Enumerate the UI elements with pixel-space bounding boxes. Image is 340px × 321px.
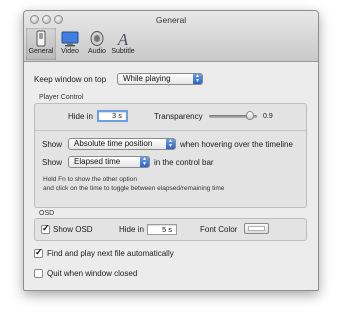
quit-on-close-checkbox[interactable]: [34, 269, 43, 278]
tab-subtitle[interactable]: A Subtitle: [108, 28, 138, 60]
tab-video[interactable]: Video: [55, 28, 85, 60]
select-arrows-icon: ▲ ▼: [140, 157, 149, 167]
font-color-well[interactable]: [244, 223, 269, 234]
osd-hide-in-field[interactable]: 5 s: [147, 224, 177, 235]
title-bar: General General Video Audio A Subtitle: [24, 11, 318, 62]
keep-on-top-value: While playing: [123, 74, 171, 83]
find-next-label: Find and play next file automatically: [47, 249, 174, 258]
speaker-icon: [90, 31, 104, 46]
tab-label: General: [28, 48, 54, 55]
font-color-swatch: [248, 226, 265, 231]
slider-knob[interactable]: [246, 111, 254, 120]
control-bar-time-value: Elapsed time: [74, 157, 121, 166]
keep-on-top-label: Keep window on top: [34, 75, 107, 84]
player-control-label: Player Control: [39, 94, 84, 101]
font-color-label: Font Color: [200, 225, 238, 234]
osd-hide-in-label: Hide in: [119, 225, 144, 234]
tab-label: Subtitle: [111, 48, 135, 55]
preferences-window: General General Video Audio A Subtitle K…: [23, 10, 319, 291]
show-label-1: Show: [42, 140, 63, 149]
player-control-group: Hide in 3 s Transparency 0.9 Show Absolu…: [34, 103, 307, 208]
control-bar-suffix-label: in the control bar: [154, 158, 214, 167]
divider: [35, 130, 306, 131]
tab-general[interactable]: General: [26, 28, 56, 60]
monitor-icon: [61, 31, 79, 47]
hover-time-value: Absolute time position: [74, 139, 153, 148]
find-next-checkbox[interactable]: [34, 247, 43, 258]
control-hide-in-field[interactable]: 3 s: [97, 110, 128, 122]
transparency-label: Transparency: [154, 112, 203, 121]
select-arrows-icon: ▲ ▼: [193, 74, 202, 84]
transparency-value: 0.9: [263, 113, 273, 120]
tab-label: Video: [61, 48, 79, 55]
window-title: General: [155, 15, 187, 25]
control-bar-time-select[interactable]: Elapsed time ▲ ▼: [68, 156, 150, 168]
select-arrows-icon: ▲ ▼: [166, 139, 175, 149]
quit-on-close-label: Quit when window closed: [47, 269, 138, 278]
hover-time-select[interactable]: Absolute time position ▲ ▼: [68, 138, 176, 150]
keep-on-top-select[interactable]: While playing ▲ ▼: [117, 73, 203, 85]
show-label-2: Show: [42, 158, 63, 167]
osd-label: OSD: [39, 210, 55, 217]
show-osd-checkbox[interactable]: [41, 223, 50, 234]
letter-a-icon: A: [117, 30, 129, 47]
hide-in-label: Hide in: [68, 112, 93, 121]
hint-line-2: and click on the time to toggle between …: [43, 185, 225, 192]
general-switch-icon: [36, 30, 46, 47]
hover-suffix-label: when hovering over the timeline: [180, 140, 293, 149]
show-osd-label: Show OSD: [53, 225, 93, 234]
osd-group: Show OSD Hide in 5 s Font Color: [34, 218, 307, 241]
hint-line-1: Hold Fn to show the other option: [43, 176, 137, 183]
svg-text:A: A: [117, 30, 129, 47]
